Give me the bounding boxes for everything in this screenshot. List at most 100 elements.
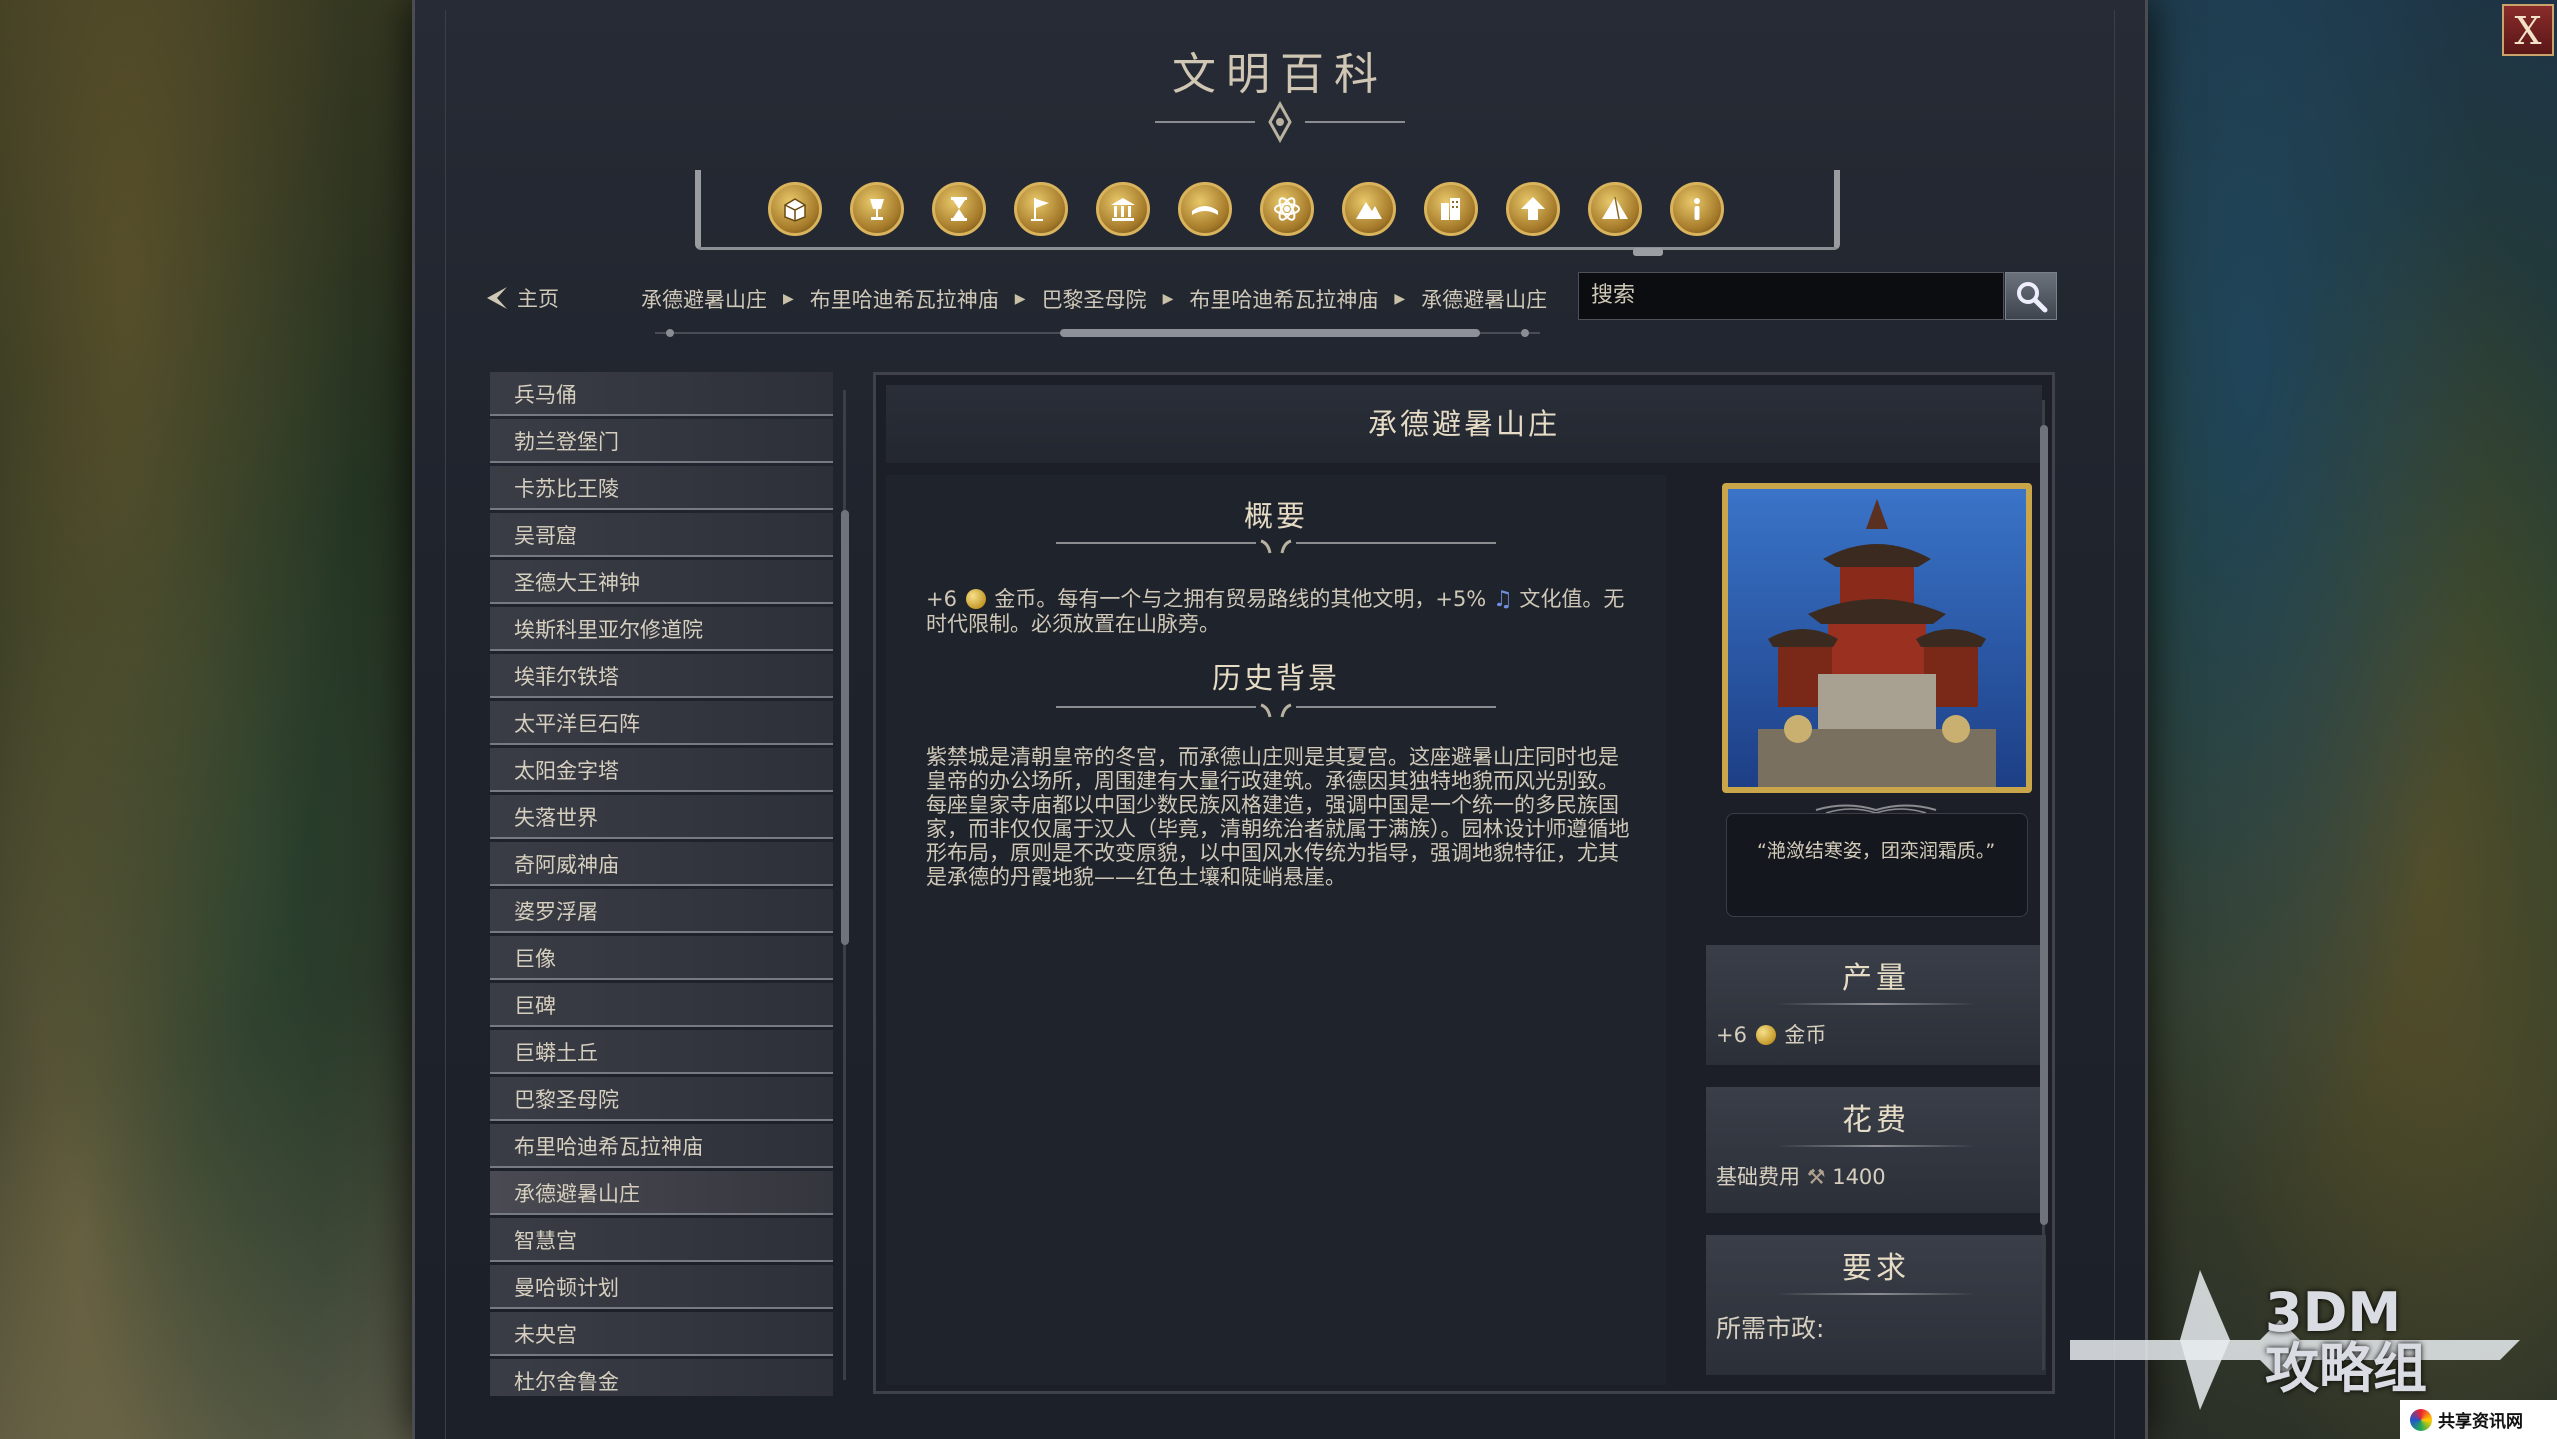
close-button[interactable]: X: [2502, 4, 2554, 56]
requirement-section: 要求 所需市政:: [1706, 1235, 2046, 1375]
category-flag-icon[interactable]: [1014, 182, 1068, 236]
watermark-brand: 3DM 攻略组: [2265, 1285, 2427, 1397]
wonder-quote: “滟潋结寒姿，团栾润霜质。”: [1726, 813, 2028, 917]
overview-prefix: +6: [926, 587, 957, 611]
list-item-selected[interactable]: 承德避暑山庄: [490, 1171, 833, 1215]
list-item[interactable]: 婆罗浮屠: [490, 889, 833, 933]
back-arrow-icon: [487, 287, 507, 309]
category-active-indicator: [1633, 248, 1663, 256]
article-scrollbar[interactable]: [2037, 380, 2051, 1390]
category-hourglass-icon[interactable]: [932, 182, 986, 236]
list-item[interactable]: 失落世界: [490, 795, 833, 839]
history-text: 紫禁城是清朝皇帝的冬宫，而承德山庄则是其夏宫。这座避暑山庄同时也是皇帝的办公场所…: [926, 745, 1630, 889]
overview-middle: 金币。每有一个与之拥有贸易路线的其他文明，+5%: [994, 587, 1487, 611]
requirement-label: 所需市政:: [1716, 1314, 1825, 1343]
map-background-right: [2117, 0, 2557, 1439]
category-mountain-icon[interactable]: [1342, 182, 1396, 236]
watermark-brand-bottom: 攻略组: [2265, 1337, 2427, 1400]
breadcrumb-item[interactable]: 承德避暑山庄: [1421, 284, 1547, 314]
list-item[interactable]: 巨碑: [490, 983, 833, 1027]
production-section: 产量 +6 金币: [1706, 945, 2046, 1065]
list-item[interactable]: 智慧宫: [490, 1218, 833, 1262]
breadcrumb-item[interactable]: 巴黎圣母院: [1042, 284, 1147, 314]
breadcrumb-item[interactable]: 布里哈迪希瓦拉神庙: [1189, 284, 1378, 314]
list-item[interactable]: 布里哈迪希瓦拉神庙: [490, 1124, 833, 1168]
article-main-column: 概要 +6 金币。每有一个与之拥有贸易路线的其他文明，+5% ♫ 文化值。无时代…: [886, 475, 1666, 1385]
map-background-left: [0, 0, 420, 1439]
list-item[interactable]: 圣德大王神钟: [490, 560, 833, 604]
title-ornament: [1155, 100, 1405, 144]
list-item[interactable]: 卡苏比王陵: [490, 466, 833, 510]
article-scroll-thumb[interactable]: [2040, 425, 2048, 1225]
wonder-list: 兵马俑 勃兰登堡门 卡苏比王陵 吴哥窟 圣德大王神钟 埃斯科里亚尔修道院 埃菲尔…: [490, 372, 833, 1396]
production-row: +6 金币: [1706, 1005, 2046, 1049]
breadcrumb: 承德避暑山庄 ▶ 布里哈迪希瓦拉神庙 ▶ 巴黎圣母院 ▶ 布里哈迪希瓦拉神庙 ▶…: [641, 284, 1547, 314]
category-bar: [695, 170, 1840, 256]
breadcrumb-item[interactable]: 布里哈迪希瓦拉神庙: [810, 284, 999, 314]
overview-title: 概要: [1243, 499, 1308, 533]
watermark-brand-top: 3DM: [2265, 1281, 2402, 1344]
list-item[interactable]: 兵马俑: [490, 372, 833, 416]
search-button[interactable]: [2005, 272, 2057, 320]
culture-note-icon: ♫: [1492, 587, 1513, 612]
list-item[interactable]: 奇阿威神庙: [490, 842, 833, 886]
list-item[interactable]: 巨蟒土丘: [490, 1030, 833, 1074]
list-item[interactable]: 埃菲尔铁塔: [490, 654, 833, 698]
list-item[interactable]: 太平洋巨石阵: [490, 701, 833, 745]
breadcrumb-scrollbar[interactable]: [655, 328, 1540, 338]
article-panel: 承德避暑山庄 概要 +6 金币。每有一个与之拥有贸易路线的其他文明，+5% ♫ …: [873, 372, 2055, 1394]
search-icon: [2017, 282, 2048, 313]
list-item[interactable]: 杜尔舍鲁金: [490, 1359, 833, 1396]
wonder-portrait: [1722, 483, 2032, 793]
cost-value: 1400: [1832, 1165, 1886, 1189]
section-divider: [1056, 703, 1496, 718]
category-atom-icon[interactable]: [1260, 182, 1314, 236]
chevron-right-icon: ▶: [1162, 291, 1174, 307]
production-unit: 金币: [1784, 1023, 1827, 1047]
history-title: 历史背景: [1211, 661, 1340, 695]
pagoda-illustration-icon: [1728, 489, 2026, 787]
gold-coin-icon: [965, 589, 986, 609]
list-item[interactable]: 埃斯科里亚尔修道院: [490, 607, 833, 651]
chevron-right-icon: ▶: [1394, 291, 1406, 307]
list-item[interactable]: 未央宫: [490, 1312, 833, 1356]
production-value: +6: [1716, 1023, 1747, 1047]
list-item[interactable]: 太阳金字塔: [490, 748, 833, 792]
category-crate-icon[interactable]: [768, 182, 822, 236]
list-item[interactable]: 巴黎圣母院: [490, 1077, 833, 1121]
list-item[interactable]: 勃兰登堡门: [490, 419, 833, 463]
list-item[interactable]: 曼哈顿计划: [490, 1265, 833, 1309]
site-logo-icon: [2410, 1408, 2432, 1431]
cost-label: 基础费用: [1716, 1165, 1800, 1189]
category-goblet-icon[interactable]: [850, 182, 904, 236]
search-input[interactable]: 搜索: [1578, 272, 2004, 320]
list-item[interactable]: 巨像: [490, 936, 833, 980]
overview-text: +6 金币。每有一个与之拥有贸易路线的其他文明，+5% ♫ 文化值。无时代限制。…: [926, 587, 1634, 636]
page-title: 文明百科: [1172, 49, 1388, 100]
category-pyramid-icon[interactable]: [1588, 182, 1642, 236]
category-government-building-icon[interactable]: [1096, 182, 1150, 236]
section-divider: [1056, 539, 1496, 554]
chevron-right-icon: ▶: [783, 291, 794, 307]
category-city-icon[interactable]: [1424, 182, 1478, 236]
breadcrumb-item[interactable]: 承德避暑山庄: [641, 284, 767, 314]
list-item[interactable]: 吴哥窟: [490, 513, 833, 557]
cost-row: 基础费用 ⚒ 1400: [1706, 1147, 2046, 1191]
gold-coin-icon: [1755, 1025, 1776, 1045]
list-scrollbar[interactable]: [838, 370, 852, 1400]
site-watermark: 共享资讯网: [2400, 1400, 2557, 1439]
category-upgrade-arrow-icon[interactable]: [1506, 182, 1560, 236]
home-button[interactable]: 主页: [483, 283, 559, 313]
site-name: 共享资讯网: [2438, 1412, 2523, 1432]
category-info-icon[interactable]: [1670, 182, 1724, 236]
list-scroll-thumb[interactable]: [841, 510, 849, 945]
requirement-title: 要求: [1842, 1251, 1910, 1286]
article-side-column: “滟潋结寒姿，团栾润霜质。” 产量 +6 金币 花费 基础费用 ⚒ 1400 要…: [1696, 475, 2048, 1385]
cost-title: 花费: [1842, 1103, 1910, 1138]
production-title: 产量: [1842, 961, 1910, 996]
hammer-icon: ⚒: [1806, 1165, 1826, 1189]
home-label: 主页: [517, 287, 559, 311]
cost-section: 花费 基础费用 ⚒ 1400: [1706, 1087, 2046, 1213]
article-title: 承德避暑山庄: [886, 385, 2042, 463]
category-book-icon[interactable]: [1178, 182, 1232, 236]
